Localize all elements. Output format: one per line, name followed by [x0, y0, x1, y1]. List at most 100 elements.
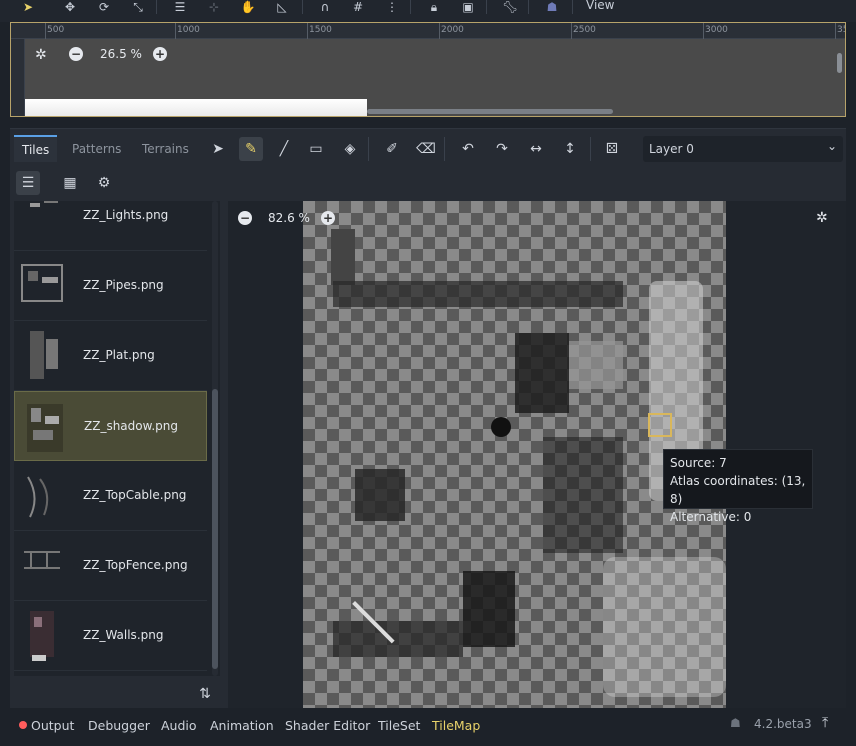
grid-snap-icon[interactable]: # — [348, 0, 368, 14]
ruler-tick — [571, 23, 572, 39]
list-item[interactable]: ZZ_TopFence.png — [14, 531, 207, 601]
source-thumbnail — [27, 476, 49, 518]
toolbar-separator — [486, 0, 487, 14]
atlas-zoom-in-button[interactable]: + — [321, 211, 335, 225]
source-label: ZZ_Pipes.png — [83, 278, 164, 292]
rotate-left-icon[interactable]: ↶ — [456, 137, 480, 161]
zoom-level[interactable]: 26.5 % — [100, 47, 142, 61]
expand-panel-icon[interactable]: ⤒ — [822, 715, 828, 731]
eraser-tool-icon[interactable]: ⌫ — [414, 137, 438, 161]
atlas-view[interactable]: − 82.6 % + ✲ Source: 7 Atlas coordinates… — [228, 201, 846, 709]
source-thumbnail — [30, 201, 58, 207]
ruler-tick — [703, 23, 704, 39]
scene-sprite — [25, 99, 367, 116]
group-icon[interactable]: ▣ — [458, 0, 478, 14]
horizontal-scrollbar[interactable] — [367, 109, 613, 114]
sort-sources-icon[interactable]: ⇅ — [195, 684, 215, 704]
tab-tiles[interactable]: Tiles — [14, 135, 58, 162]
rect-tool-icon[interactable]: ▭ — [304, 137, 328, 161]
bottom-tab-tileset[interactable]: TileSet — [378, 718, 420, 733]
zoom-reset-icon[interactable]: ✲ — [35, 47, 47, 63]
random-tile-icon[interactable]: ⚄ — [600, 137, 624, 161]
pivot-icon[interactable]: ⊹ — [204, 0, 224, 14]
source-thumbnail — [21, 264, 63, 302]
ruler-label: 2000 — [441, 25, 464, 35]
source-thumbnail — [30, 611, 54, 661]
smart-snap-icon[interactable]: ∩ — [315, 0, 335, 14]
atlas-zoom-out-button[interactable]: − — [238, 211, 252, 225]
list-item[interactable]: ZZ_Pipes.png — [14, 251, 207, 321]
layer-select[interactable]: Layer 0 ⌄ — [643, 136, 843, 162]
toolbar-separator — [572, 0, 573, 14]
paint-tool-icon[interactable]: ✎ — [239, 137, 263, 161]
list-item[interactable]: ZZ_TopCable.png — [14, 461, 207, 531]
move-icon[interactable]: ✥ — [60, 0, 80, 14]
tooltip-source: Source: 7 — [670, 456, 727, 470]
more-icon[interactable]: ⋮ — [382, 0, 402, 14]
flip-vertical-icon[interactable]: ↕ — [558, 137, 582, 161]
bottom-panel-bar: Output Debugger Audio Animation Shader E… — [0, 708, 856, 746]
bottom-tab-audio[interactable]: Audio — [161, 718, 197, 733]
atlas-tile — [333, 281, 623, 307]
rotate-icon[interactable]: ⟳ — [94, 0, 114, 14]
chevron-down-icon: ⌄ — [826, 139, 837, 153]
atlas-tile — [333, 621, 463, 657]
atlas-tile — [603, 557, 726, 697]
list-item[interactable]: ZZ_Lights.png — [14, 201, 207, 251]
canvas-viewport[interactable]: 500 1000 1500 2000 2500 3000 35 ✲ − 26.5… — [10, 22, 846, 117]
source-label: ZZ_Plat.png — [83, 348, 155, 362]
vertical-scrollbar[interactable] — [837, 53, 842, 73]
source-list-scroll-thumb[interactable] — [212, 389, 218, 669]
ruler-icon[interactable]: ◺ — [272, 0, 292, 14]
pan-icon[interactable]: ✋ — [238, 0, 258, 14]
source-label: ZZ_TopCable.png — [83, 488, 187, 502]
center-view-icon[interactable]: ✲ — [816, 210, 828, 226]
flip-horizontal-icon[interactable]: ↔ — [524, 137, 548, 161]
editor-root: ➤ ✥ ⟳ ⤡ ☰ ⊹ ✋ ◺ ∩ # ⋮ 🔒︎ ▣ 🦴︎ ☗ View 500… — [0, 0, 856, 746]
tab-terrains[interactable]: Terrains — [134, 135, 197, 162]
tileset-source-list[interactable]: ZZ_Lights.png ZZ_Pipes.png ZZ_Plat.png Z… — [14, 201, 220, 676]
ruler-tick — [439, 23, 440, 39]
source-thumbnail — [27, 404, 63, 452]
bone-icon[interactable]: 🦴︎ — [500, 0, 520, 14]
line-tool-icon[interactable]: ╱ — [272, 137, 296, 161]
tilemap-panel: Tiles Patterns Terrains ➤ ✎ ╱ ▭ ◈ ✐ ⌫ ↶ … — [10, 128, 846, 709]
grid-view-icon[interactable]: ▦ — [58, 171, 82, 195]
source-thumbnail — [24, 551, 60, 569]
bucket-tool-icon[interactable]: ◈ — [338, 137, 362, 161]
tab-patterns[interactable]: Patterns — [64, 135, 129, 162]
view-menu[interactable]: View — [586, 0, 614, 12]
zoom-out-button[interactable]: − — [69, 47, 83, 61]
select-icon[interactable]: ➤ — [18, 0, 38, 14]
list-item[interactable]: ZZ_Walls.png — [14, 601, 207, 671]
bottom-tab-shader-editor[interactable]: Shader Editor — [285, 718, 370, 733]
layer-select-value: Layer 0 — [649, 142, 694, 156]
ruler-label: 35 — [837, 25, 845, 35]
tile-settings-icon[interactable]: ⚙ — [92, 171, 116, 195]
bottom-tab-tilemap[interactable]: TileMap — [432, 718, 480, 733]
list-item[interactable]: ZZ_shadow.png — [14, 391, 207, 461]
canvas-toolbar: ➤ ✥ ⟳ ⤡ ☰ ⊹ ✋ ◺ ∩ # ⋮ 🔒︎ ▣ 🦴︎ ☗ View — [0, 0, 856, 22]
error-indicator-icon — [19, 721, 27, 729]
zoom-in-button[interactable]: + — [153, 47, 167, 61]
select-tool-icon[interactable]: ➤ — [206, 137, 230, 161]
source-label: ZZ_Lights.png — [83, 208, 169, 222]
list-item[interactable]: ZZ_Plat.png — [14, 321, 207, 391]
rotate-right-icon[interactable]: ↷ — [490, 137, 514, 161]
source-thumbnail — [30, 331, 58, 379]
picker-tool-icon[interactable]: ✐ — [380, 137, 404, 161]
list-view-icon[interactable]: ☰ — [16, 171, 40, 195]
source-view-toolbar: ☰ ▦ ⚙ — [10, 169, 230, 199]
scale-icon[interactable]: ⤡ — [128, 0, 148, 14]
bottom-tab-debugger[interactable]: Debugger — [88, 718, 150, 733]
skeleton-icon[interactable]: ☗ — [542, 0, 562, 14]
toolbar-separator — [528, 0, 529, 14]
atlas-zoom-level[interactable]: 82.6 % — [268, 211, 310, 225]
list-select-icon[interactable]: ☰ — [170, 0, 190, 14]
bottom-tab-animation[interactable]: Animation — [210, 718, 274, 733]
source-label: ZZ_Walls.png — [83, 628, 164, 642]
horizontal-ruler: 500 1000 1500 2000 2500 3000 35 — [11, 23, 845, 39]
bottom-tab-output[interactable]: Output — [31, 718, 74, 733]
lock-icon[interactable]: 🔒︎ — [424, 0, 444, 14]
atlas-tile — [355, 469, 405, 521]
